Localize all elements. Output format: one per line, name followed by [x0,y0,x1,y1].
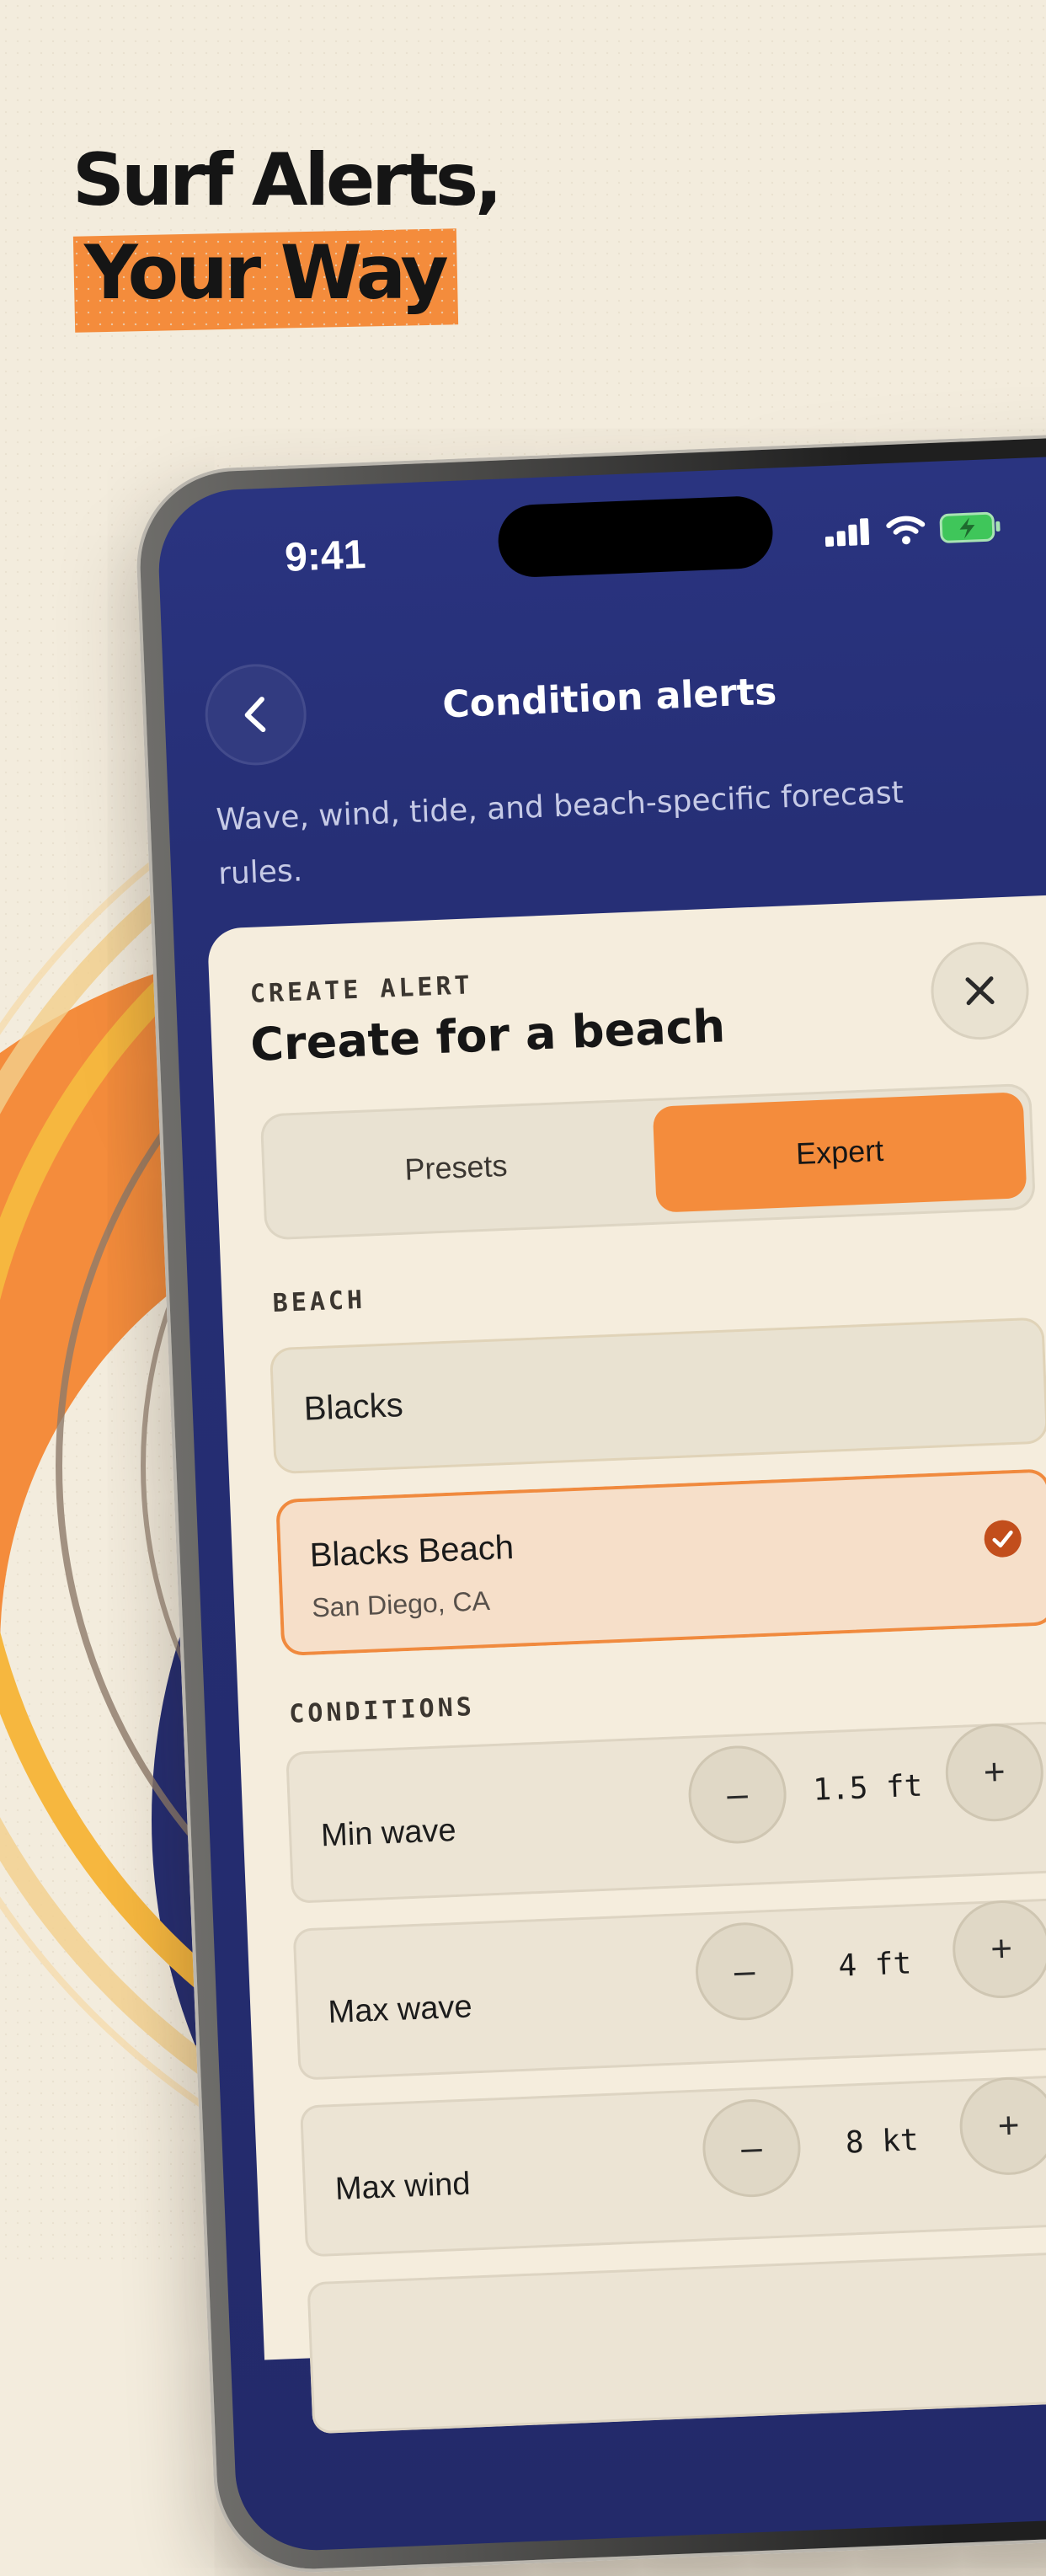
close-button[interactable] [929,939,1031,1042]
create-alert-sheet: CREATE ALERT Create for a beach Presets … [206,890,1046,2434]
increment-button[interactable]: + [950,1898,1046,2001]
back-button[interactable] [203,662,309,767]
phone-mockup: 9:41 Condition alerts Wave, wind, tide, … [133,430,1046,2576]
condition-value: 1.5 ft [812,1768,924,1808]
headline-highlight-text: Your Way [84,229,449,316]
condition-label: Max wave [327,1989,473,2031]
sheet-label: CREATE ALERT [249,970,474,1009]
signal-icon [825,518,870,547]
beach-result-name: Blacks Beach [308,1528,515,1574]
increment-button[interactable]: + [943,1721,1046,1824]
beach-result-location: San Diego, CA [311,1585,491,1623]
beach-search-input[interactable]: Blacks [269,1317,1046,1475]
tab-expert[interactable]: Expert [652,1092,1027,1213]
headline-line-2: Your Way [72,227,459,318]
beach-search-value: Blacks [302,1387,404,1428]
page-title: Condition alerts [441,670,778,727]
decrement-button[interactable]: – [686,1744,788,1846]
wifi-icon [886,516,926,545]
condition-value: 8 kt [845,2123,920,2161]
beach-section-label: BEACH [272,1285,366,1319]
page-subtitle: Wave, wind, tide, and beach-specific for… [215,775,905,892]
headline: Surf Alerts, Your Way [72,135,503,334]
condition-row-max-wind: Max wind – 8 kt + [299,2074,1046,2258]
close-icon [965,976,995,1006]
dynamic-island [496,494,775,579]
increment-button[interactable]: + [958,2075,1046,2178]
headline-line-1: Surf Alerts, [72,138,503,222]
decrement-button[interactable]: – [693,1921,796,2023]
conditions-section-label: CONDITIONS [288,1692,476,1729]
mode-segmented-control: Presets Expert [259,1082,1037,1241]
status-time: 9:41 [284,532,367,580]
sheet-title: Create for a beach [249,999,727,1072]
condition-label: Min wave [320,1812,457,1854]
condition-value: 4 ft [837,1946,912,1984]
check-icon [984,1520,1022,1558]
beach-result-item[interactable]: Blacks Beach San Diego, CA [275,1468,1046,1657]
condition-row-max-wave: Max wave – 4 ft + [292,1897,1046,2081]
battery-charging-icon [939,511,1001,543]
tab-presets[interactable]: Presets [269,1107,643,1228]
condition-row-partial [307,2251,1046,2434]
back-chevron-icon [244,697,266,733]
condition-row-min-wave: Min wave – 1.5 ft + [286,1721,1046,1904]
condition-label: Max wind [334,2166,472,2207]
phone-screen: 9:41 Condition alerts Wave, wind, tide, … [156,452,1046,2553]
decrement-button[interactable]: – [701,2097,803,2199]
